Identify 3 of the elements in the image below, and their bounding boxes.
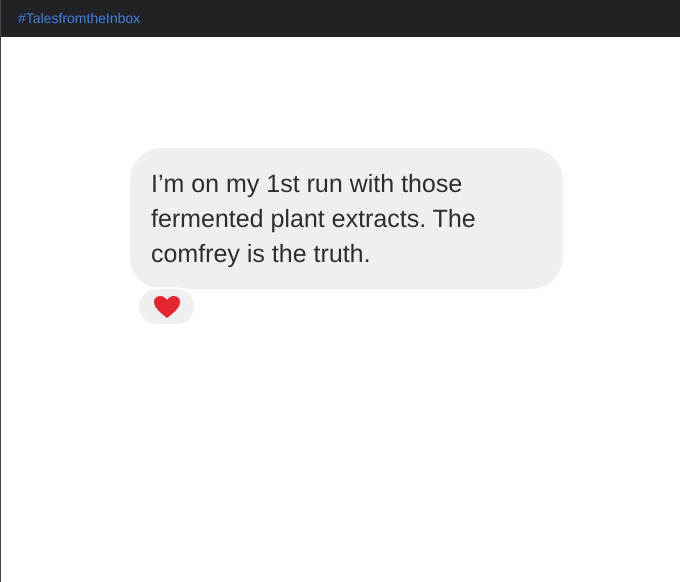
- channel-title: #TalesfromtheInbox: [18, 9, 140, 28]
- message-text: I’m on my 1st run with those fermented plant extracts. The comfrey is the truth.: [151, 169, 477, 270]
- heart-icon: [152, 294, 180, 318]
